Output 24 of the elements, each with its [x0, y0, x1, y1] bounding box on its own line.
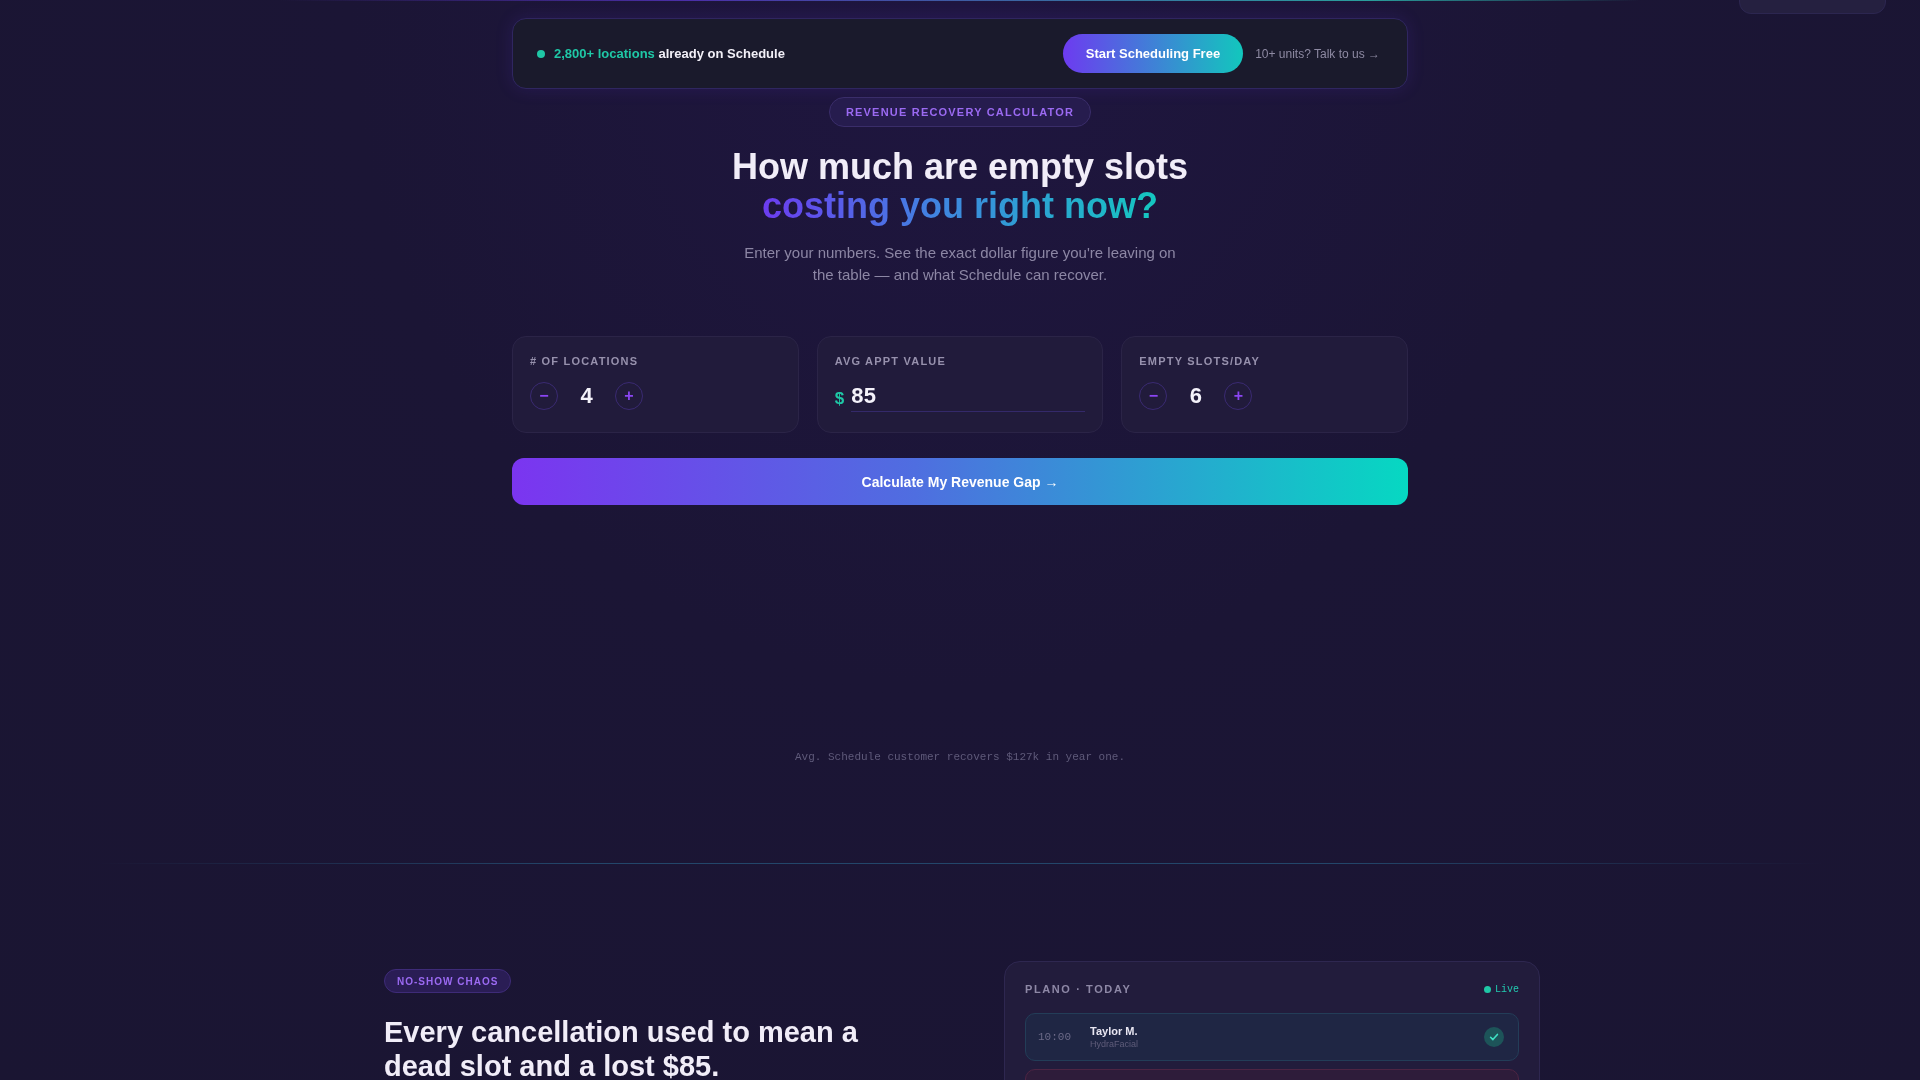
- footnote-text: Avg. Schedule customer recovers $127k in year one.: [794, 751, 1126, 763]
- currency-symbol: $: [834, 389, 845, 409]
- start-scheduling-button[interactable]: Start Scheduling Free: [1062, 34, 1244, 73]
- social-proof-text: 2,800+ locations already on Schedule: [554, 46, 785, 61]
- live-status: Live: [1495, 983, 1519, 995]
- schedule-title: PLANO · TODAY: [1025, 983, 1132, 995]
- section-badge: NO-SHOW CHAOS: [384, 969, 512, 993]
- status-dot-icon: [537, 49, 545, 58]
- service-name: HydraFacial: [1090, 1039, 1138, 1049]
- subtitle-text: Enter your numbers. See the exact dollar figure you're leaving on the table — and what Schedule can recover.: [743, 243, 1177, 285]
- section-heading: Every cancellation used to mean a dead slot and a lost $85.: [384, 1015, 859, 1080]
- appointment-time: 10:00: [1038, 1031, 1072, 1043]
- input-label: # OF LOCATIONS: [530, 355, 640, 368]
- calculate-button[interactable]: Calculate My Revenue Gap →: [512, 458, 1408, 505]
- input-label: EMPTY SLOTS/DAY: [1139, 355, 1262, 368]
- stepper-value: 4: [579, 383, 594, 409]
- client-name: Taylor M.: [1090, 1025, 1138, 1037]
- stepper-value: 6: [1188, 383, 1203, 409]
- section-badge: REVENUE RECOVERY CALCULATOR: [828, 97, 1092, 127]
- appointment-row[interactable]: 10:00 Taylor M. HydraFacial: [1025, 1013, 1519, 1061]
- talk-to-us-link[interactable]: 10+ units? Talk to us →: [1255, 46, 1380, 61]
- input-label: AVG APPT VALUE: [834, 355, 947, 368]
- live-dot-icon: [1484, 985, 1491, 993]
- page-heading: How much are empty slots costing you right now?: [731, 147, 1189, 225]
